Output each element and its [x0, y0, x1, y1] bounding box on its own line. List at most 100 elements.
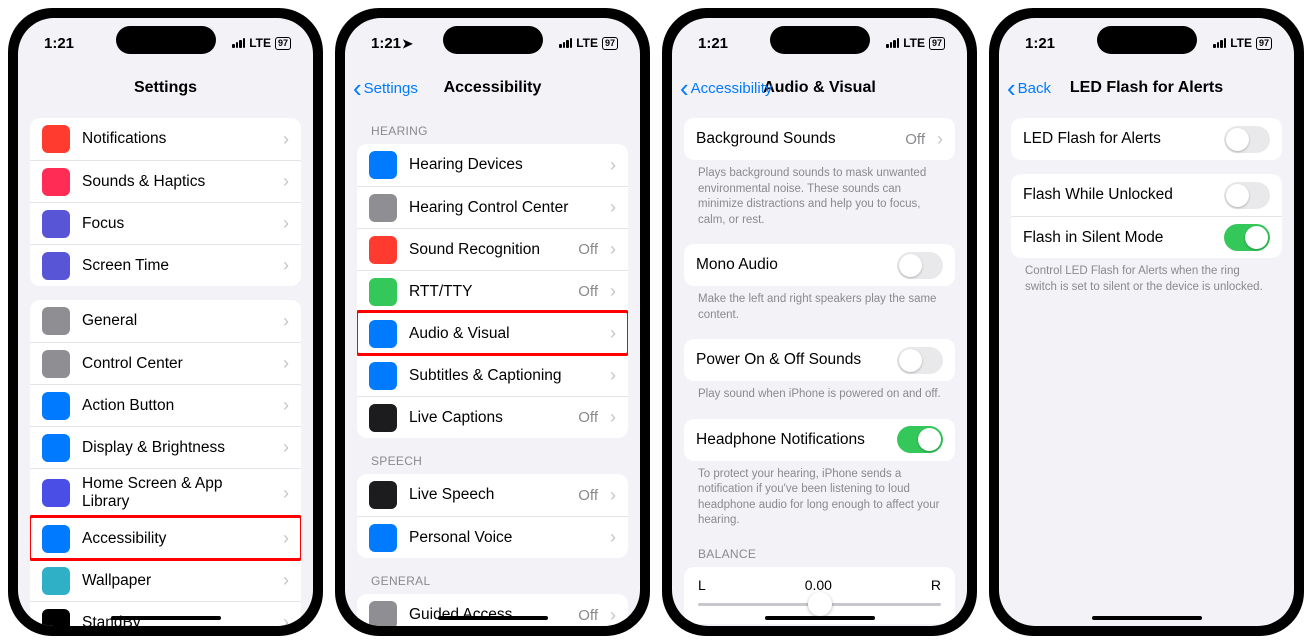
chevron-icon: › — [283, 255, 289, 276]
guided-access-icon — [369, 601, 397, 626]
personal-voice-row[interactable]: Personal Voice› — [357, 516, 628, 558]
guided-access-row[interactable]: Guided AccessOff› — [357, 594, 628, 626]
home-screen-row[interactable]: Home Screen & App Library › — [30, 468, 301, 517]
status-time: 1:21 — [44, 35, 74, 52]
slider-knob[interactable] — [808, 592, 832, 616]
power-sounds-row[interactable]: Power On & Off Sounds — [684, 339, 955, 381]
sounds-row[interactable]: Sounds & Haptics › — [30, 160, 301, 202]
location-icon: ➤ — [402, 36, 413, 51]
page-title: Accessibility — [444, 79, 542, 97]
phone-accessibility: 1:21➤ LTE 97 Settings Accessibility HEAR… — [335, 8, 650, 636]
mono-toggle[interactable] — [897, 252, 943, 279]
subtitles-row[interactable]: Subtitles & Captioning› — [357, 354, 628, 396]
live-speech-icon — [369, 481, 397, 509]
dynamic-island — [443, 26, 543, 54]
control-center-row[interactable]: Control Center › — [30, 342, 301, 384]
status-time: 1:21 — [371, 35, 401, 52]
hearing-control-row[interactable]: Hearing Control Center› — [357, 186, 628, 228]
home-indicator[interactable] — [765, 616, 875, 620]
back-button[interactable]: Back — [1007, 80, 1051, 97]
live-captions-row[interactable]: Live CaptionsOff› — [357, 396, 628, 438]
hearing-control-icon — [369, 194, 397, 222]
general-icon — [42, 307, 70, 335]
chevron-icon: › — [283, 353, 289, 374]
carrier-label: LTE — [249, 36, 271, 50]
headphone-row[interactable]: Headphone Notifications — [684, 419, 955, 461]
sound-recognition-row[interactable]: Sound RecognitionOff› — [357, 228, 628, 270]
audio-visual-row[interactable]: Audio & Visual› — [357, 312, 628, 354]
screentime-row[interactable]: Screen Time › — [30, 244, 301, 286]
notifications-row[interactable]: Notifications › — [30, 118, 301, 160]
home-indicator[interactable] — [111, 616, 221, 620]
settings-list[interactable]: Notifications › Sounds & Haptics › Focus… — [18, 108, 313, 626]
chevron-icon: › — [283, 437, 289, 458]
home-indicator[interactable] — [1092, 616, 1202, 620]
back-button[interactable]: Accessibility — [680, 80, 772, 97]
led-main-row[interactable]: LED Flash for Alerts — [1011, 118, 1282, 160]
mono-audio-row[interactable]: Mono Audio — [684, 244, 955, 286]
balance-footer: Adjust the audio volume balance between … — [684, 624, 955, 626]
display-icon — [42, 434, 70, 462]
display-row[interactable]: Display & Brightness › — [30, 426, 301, 468]
live-captions-icon — [369, 404, 397, 432]
nav-bar: Accessibility Audio & Visual — [672, 68, 967, 108]
unlocked-toggle[interactable] — [1224, 182, 1270, 209]
home-indicator[interactable] — [438, 616, 548, 620]
led-flash-list[interactable]: LED Flash for Alerts Flash While Unlocke… — [999, 108, 1294, 626]
live-speech-row[interactable]: Live SpeechOff› — [357, 474, 628, 516]
home-screen-icon — [42, 479, 70, 507]
chevron-icon: › — [283, 570, 289, 591]
accessibility-list[interactable]: HEARING Hearing Devices› Hearing Control… — [345, 108, 640, 626]
rtt-row[interactable]: RTT/TTYOff› — [357, 270, 628, 312]
chevron-icon: › — [610, 365, 616, 386]
audio-visual-icon — [369, 320, 397, 348]
chevron-icon: › — [283, 129, 289, 150]
chevron-icon: › — [283, 171, 289, 192]
chevron-icon: › — [610, 323, 616, 344]
screentime-icon — [42, 252, 70, 280]
notifications-icon — [42, 125, 70, 153]
battery-icon: 97 — [602, 37, 618, 50]
balance-value: 0.00 — [805, 577, 832, 593]
accessibility-row[interactable]: Accessibility › — [30, 517, 301, 559]
signal-icon — [232, 38, 245, 48]
sounds-icon — [42, 168, 70, 196]
nav-bar: Settings — [18, 68, 313, 108]
dynamic-island — [116, 26, 216, 54]
signal-icon — [559, 38, 572, 48]
flash-unlocked-row[interactable]: Flash While Unlocked — [1011, 174, 1282, 216]
flash-silent-row[interactable]: Flash in Silent Mode — [1011, 216, 1282, 258]
section-header: HEARING — [357, 108, 628, 144]
led-main-toggle[interactable] — [1224, 126, 1270, 153]
page-title: LED Flash for Alerts — [1070, 79, 1223, 97]
page-title: Settings — [134, 79, 197, 97]
focus-row[interactable]: Focus › — [30, 202, 301, 244]
phone-audio-visual: 1:21 LTE 97 Accessibility Audio & Visual… — [662, 8, 977, 636]
audio-visual-list[interactable]: Background Sounds Off › Plays background… — [672, 108, 967, 626]
phone-led-flash: 1:21 LTE 97 Back LED Flash for Alerts LE… — [989, 8, 1304, 636]
section-header: GENERAL — [357, 558, 628, 594]
general-row[interactable]: General › — [30, 300, 301, 342]
control-center-icon — [42, 350, 70, 378]
chevron-icon: › — [283, 612, 289, 626]
chevron-icon: › — [283, 311, 289, 332]
power-toggle[interactable] — [897, 347, 943, 374]
chevron-icon: › — [610, 197, 616, 218]
back-button[interactable]: Settings — [353, 80, 418, 97]
page-title: Audio & Visual — [763, 79, 876, 97]
carrier-label: LTE — [576, 36, 598, 50]
background-sounds-row[interactable]: Background Sounds Off › — [684, 118, 955, 160]
slider-track[interactable] — [698, 603, 941, 606]
silent-toggle[interactable] — [1224, 224, 1270, 251]
chevron-icon: › — [610, 485, 616, 506]
nav-bar: Back LED Flash for Alerts — [999, 68, 1294, 108]
dynamic-island — [1097, 26, 1197, 54]
wallpaper-icon — [42, 567, 70, 595]
wallpaper-row[interactable]: Wallpaper › — [30, 559, 301, 601]
standby-row[interactable]: StandBy › — [30, 601, 301, 626]
headphone-toggle[interactable] — [897, 426, 943, 453]
action-button-row[interactable]: Action Button › — [30, 384, 301, 426]
hearing-devices-row[interactable]: Hearing Devices› — [357, 144, 628, 186]
balance-right: R — [931, 577, 941, 593]
led-footer: Control LED Flash for Alerts when the ri… — [1011, 258, 1282, 297]
